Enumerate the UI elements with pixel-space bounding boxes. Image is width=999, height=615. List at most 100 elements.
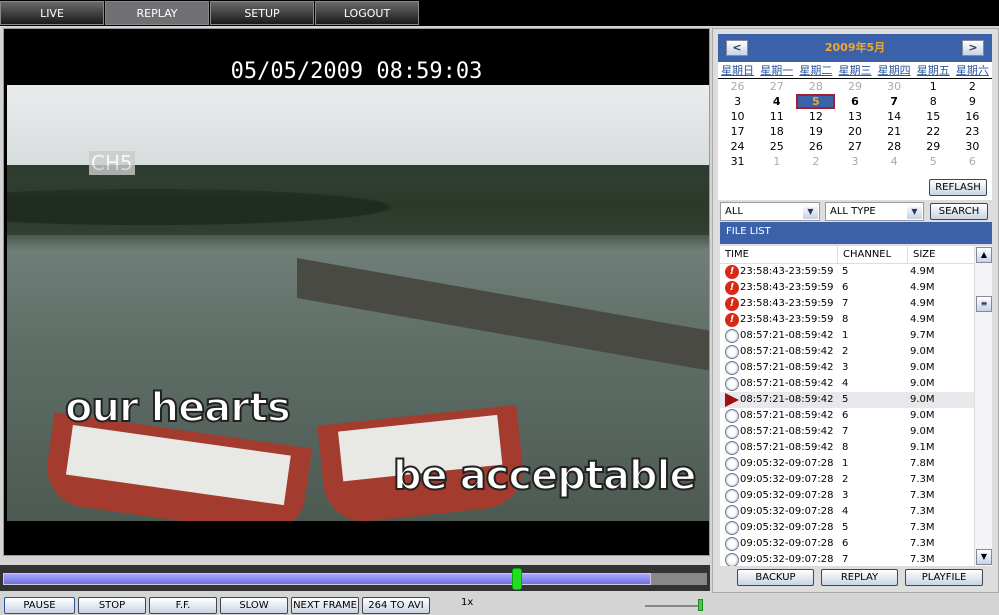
file-row[interactable]: 08:57:21-08:59:42 4 9.0M [720,376,992,392]
calendar-day[interactable]: 20 [835,124,874,139]
calendar-day[interactable]: 26 [718,79,757,94]
file-row[interactable]: 09:05:32-09:07:28 7 7.3M [720,552,992,566]
calendar-day[interactable]: 3 [718,94,757,109]
progress-track[interactable] [3,568,707,590]
next-frame-button[interactable]: NEXT FRAME [291,597,359,614]
calendar-day[interactable]: 6 [953,154,992,169]
calendar-day[interactable]: 29 [835,79,874,94]
file-row[interactable]: 08:57:21-08:59:42 5 9.0M [720,392,992,408]
weekday-header: 星期日 星期一 星期二 星期三 星期四 星期五 星期六 [718,62,992,79]
file-row[interactable]: 09:05:32-09:07:28 3 7.3M [720,488,992,504]
calendar-day[interactable]: 21 [875,124,914,139]
file-row[interactable]: 09:05:32-09:07:28 1 7.8M [720,456,992,472]
tab-live[interactable]: LIVE [0,1,104,25]
column-size[interactable]: SIZE [908,246,972,263]
calendar-day[interactable]: 30 [875,79,914,94]
scroll-down-icon[interactable]: ▼ [976,549,992,565]
tab-setup[interactable]: SETUP [210,1,314,25]
calendar-day[interactable]: 23 [953,124,992,139]
calendar-day[interactable]: 28 [875,139,914,154]
calendar-day[interactable]: 4 [757,94,796,109]
playfile-button[interactable]: PLAYFILE [905,569,983,586]
search-button[interactable]: SEARCH [930,203,988,220]
calendar-day[interactable]: 19 [796,124,835,139]
backup-button[interactable]: BACKUP [737,569,814,586]
calendar-day[interactable]: 2 [953,79,992,94]
calendar-day[interactable]: 27 [757,79,796,94]
calendar-day[interactable]: 17 [718,124,757,139]
calendar-day[interactable]: 18 [757,124,796,139]
chevron-down-icon[interactable]: ▼ [907,204,922,219]
calendar-day[interactable]: 12 [796,109,835,124]
tab-replay[interactable]: REPLAY [105,1,209,25]
calendar-day[interactable]: 6 [835,94,874,109]
fast-forward-button[interactable]: F.F. [149,597,217,614]
calendar-day[interactable]: 1 [914,79,953,94]
calendar-day[interactable]: 26 [796,139,835,154]
calendar-day[interactable]: 27 [835,139,874,154]
file-row[interactable]: ! 23:58:43-23:59:59 6 4.9M [720,280,992,296]
file-channel: 2 [842,474,849,485]
calendar-day[interactable]: 29 [914,139,953,154]
calendar-day[interactable]: 15 [914,109,953,124]
playback-progress[interactable] [0,565,710,591]
video-player[interactable]: 05/05/2009 08:59:03 CH5 our hearts be ac… [3,28,710,556]
calendar-day[interactable]: 25 [757,139,796,154]
file-row[interactable]: 09:05:32-09:07:28 2 7.3M [720,472,992,488]
file-row[interactable]: 08:57:21-08:59:42 2 9.0M [720,344,992,360]
calendar-day[interactable]: 14 [875,109,914,124]
stop-button[interactable]: STOP [78,597,146,614]
calendar-day[interactable]: 2 [796,154,835,169]
calendar-day[interactable]: 30 [953,139,992,154]
calendar-day[interactable]: 7 [875,94,914,109]
file-row[interactable]: ! 23:58:43-23:59:59 8 4.9M [720,312,992,328]
type-select[interactable]: ALL TYPE ▼ [825,202,924,221]
calendar-day[interactable]: 24 [718,139,757,154]
chevron-down-icon[interactable]: ▼ [803,204,818,219]
calendar-day[interactable]: 16 [953,109,992,124]
file-row[interactable]: ! 23:58:43-23:59:59 7 4.9M [720,296,992,312]
slow-button[interactable]: SLOW [220,597,288,614]
calendar-day-selected[interactable]: 5 [796,94,836,109]
file-row[interactable]: ! 23:58:43-23:59:59 5 4.9M [720,264,992,280]
calendar-day[interactable]: 22 [914,124,953,139]
file-row[interactable]: 08:57:21-08:59:42 8 9.1M [720,440,992,456]
calendar-day[interactable]: 28 [796,79,835,94]
calendar-day[interactable]: 13 [835,109,874,124]
tab-logout[interactable]: LOGOUT [315,1,419,25]
calendar-day[interactable]: 5 [914,154,953,169]
calendar-day[interactable]: 31 [718,154,757,169]
file-row[interactable]: 09:05:32-09:07:28 5 7.3M [720,520,992,536]
convert-avi-button[interactable]: 264 TO AVI [362,597,430,614]
scroll-thumb[interactable]: ≡ [976,296,992,312]
progress-handle[interactable] [511,568,522,590]
file-row[interactable]: 08:57:21-08:59:42 1 9.7M [720,328,992,344]
file-row[interactable]: 09:05:32-09:07:28 6 7.3M [720,536,992,552]
file-row[interactable]: 08:57:21-08:59:42 6 9.0M [720,408,992,424]
column-time[interactable]: TIME [720,246,838,263]
volume-handle[interactable] [698,599,703,611]
calendar-day[interactable]: 8 [914,94,953,109]
scroll-up-icon[interactable]: ▲ [976,247,992,263]
file-channel: 8 [842,442,849,453]
column-channel[interactable]: CHANNEL [838,246,908,263]
volume-slider[interactable] [645,599,703,611]
calendar-day[interactable]: 11 [757,109,796,124]
file-row[interactable]: 08:57:21-08:59:42 3 9.0M [720,360,992,376]
file-row[interactable]: 09:05:32-09:07:28 4 7.3M [720,504,992,520]
calendar-day[interactable]: 4 [875,154,914,169]
calendar-day[interactable]: 1 [757,154,796,169]
channel-select[interactable]: ALL ▼ [720,202,820,221]
calendar-day[interactable]: 9 [953,94,992,109]
file-size: 4.9M [910,282,935,293]
calendar-day[interactable]: 3 [835,154,874,169]
pause-button[interactable]: PAUSE [4,597,75,614]
file-row[interactable]: 08:57:21-08:59:42 7 9.0M [720,424,992,440]
next-month-button[interactable]: > [962,40,984,56]
calendar-day[interactable]: 10 [718,109,757,124]
file-time: 09:05:32-09:07:28 [720,504,840,520]
refresh-button[interactable]: REFLASH [929,179,987,196]
replay-button[interactable]: REPLAY [821,569,898,586]
weekday-label: 星期三 [838,64,872,77]
scrollbar[interactable]: ▲ ≡ ▼ [974,246,992,566]
